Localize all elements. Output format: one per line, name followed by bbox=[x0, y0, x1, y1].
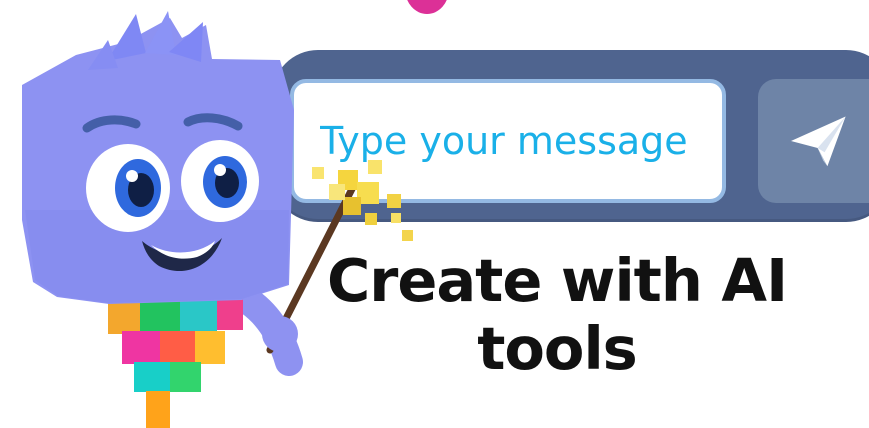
send-button[interactable] bbox=[758, 79, 869, 203]
mascot-illustration bbox=[22, 11, 413, 428]
mascot-scarf bbox=[108, 292, 243, 428]
mascot-hand bbox=[262, 316, 298, 352]
paper-plane-icon bbox=[790, 116, 846, 167]
ai-promo-card: Create with AI tools bbox=[0, 0, 869, 428]
mascot-left-eye bbox=[86, 144, 170, 232]
magic-wand-sparkles bbox=[312, 160, 413, 241]
mascot-right-eye bbox=[181, 140, 259, 222]
